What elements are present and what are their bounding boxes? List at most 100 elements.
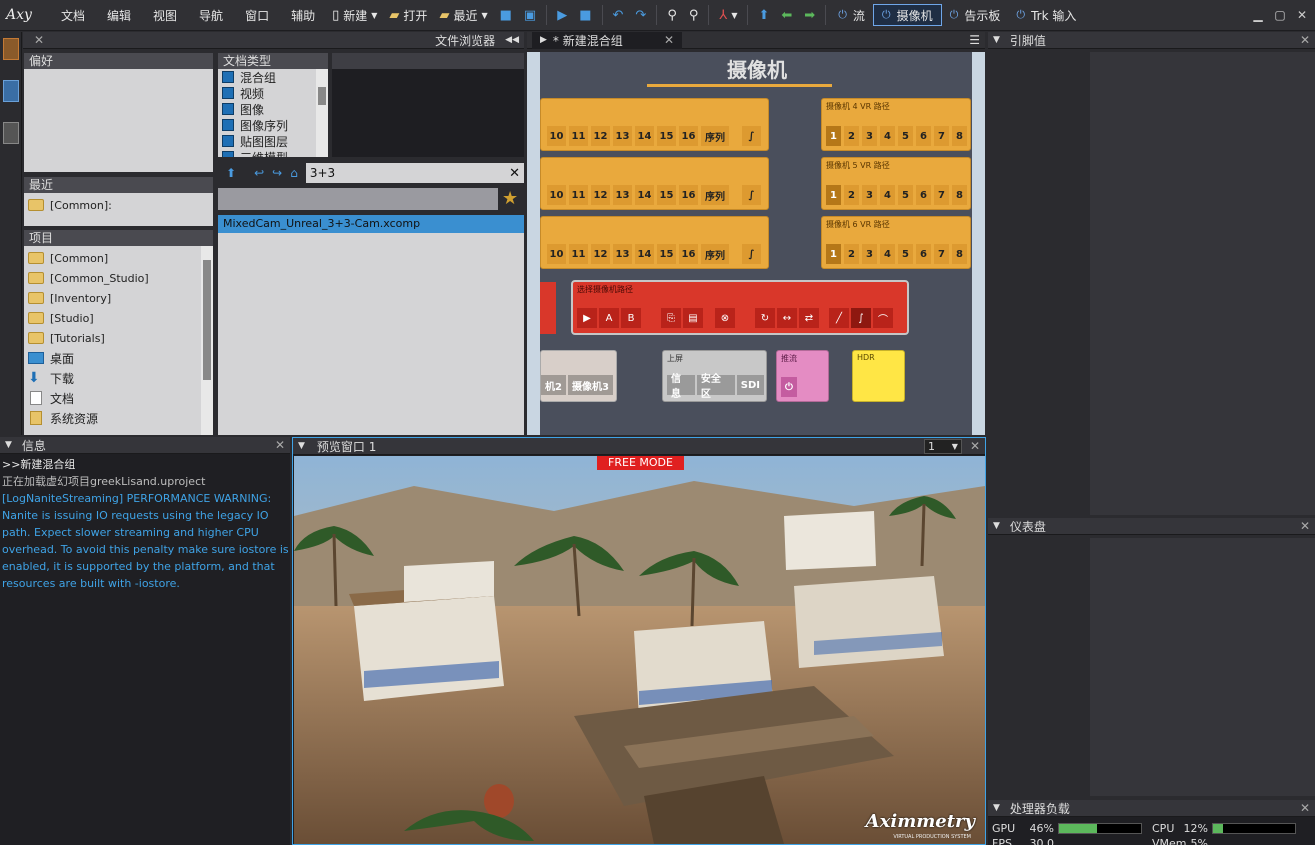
paste-icon[interactable]: ▤: [683, 308, 703, 328]
vr-button[interactable]: 3: [862, 185, 877, 205]
linear-icon[interactable]: ╱: [829, 308, 849, 328]
pin-icon[interactable]: ▼: [993, 35, 1000, 45]
scrollbar[interactable]: [316, 69, 328, 157]
vr-button[interactable]: 7: [934, 244, 949, 264]
vr-button[interactable]: 7: [934, 185, 949, 205]
compound-tab[interactable]: ▶ * 新建混合组 ✕: [532, 31, 682, 49]
close-icon[interactable]: ✕: [1300, 801, 1310, 815]
vr-button[interactable]: 1: [826, 185, 841, 205]
play-button[interactable]: ▶: [551, 3, 573, 27]
close-icon[interactable]: ✕: [34, 33, 44, 47]
vr-button[interactable]: 3: [862, 126, 877, 146]
vr-button[interactable]: 3: [862, 244, 877, 264]
doc-type-item[interactable]: 贴图图层: [218, 133, 328, 149]
sequence-button[interactable]: 序列: [701, 244, 729, 264]
scrollbar[interactable]: [201, 246, 213, 435]
project-item[interactable]: [Common_Studio]: [24, 268, 213, 288]
red-node-stub[interactable]: [540, 282, 556, 334]
home-icon[interactable]: ⌂: [290, 166, 298, 180]
sequence-button[interactable]: 序列: [701, 185, 729, 205]
path-button[interactable]: 12: [591, 126, 610, 146]
vr-button[interactable]: 8: [952, 244, 967, 264]
path-button[interactable]: 15: [657, 244, 676, 264]
recent-button[interactable]: ▰ 最近 ▼: [433, 3, 493, 27]
camera-select-node[interactable]: 机2 摄像机3: [540, 350, 617, 402]
new-button[interactable]: ▯ 新建 ▼: [326, 3, 383, 27]
checkbox-icon[interactable]: [222, 151, 234, 157]
project-item[interactable]: [Studio]: [24, 308, 213, 328]
curve-icon[interactable]: ∫: [742, 126, 761, 146]
play-icon[interactable]: ▶: [540, 35, 547, 45]
path-button[interactable]: 11: [569, 126, 588, 146]
redo-button[interactable]: ↷: [629, 3, 652, 27]
zoom-out-button[interactable]: ⚲: [683, 3, 705, 27]
collapse-icon[interactable]: ◀◀: [505, 35, 519, 45]
forward-icon[interactable]: ↪: [272, 166, 282, 180]
mode-flow[interactable]: ⏻ 流: [830, 4, 873, 26]
mode-billboard[interactable]: ⏻ 告示板: [942, 4, 1009, 26]
close-icon[interactable]: ✕: [664, 33, 674, 47]
close-icon[interactable]: ✕: [1293, 7, 1311, 23]
menu-navigate[interactable]: 导航: [188, 7, 234, 24]
system-item[interactable]: 文档: [24, 388, 213, 408]
close-icon[interactable]: ✕: [1300, 519, 1310, 533]
path-button[interactable]: 14: [635, 185, 654, 205]
doc-type-item[interactable]: 三维模型: [218, 149, 328, 157]
path-button[interactable]: 11: [569, 244, 588, 264]
copy-icon[interactable]: ⎘: [661, 308, 681, 328]
vr-button[interactable]: 8: [952, 126, 967, 146]
vr-button[interactable]: 2: [844, 244, 859, 264]
zoom-in-button[interactable]: ⚲: [661, 3, 683, 27]
modules-icon[interactable]: [3, 80, 19, 102]
recent-item[interactable]: [Common]:: [24, 195, 213, 215]
pin-icon[interactable]: ▼: [993, 803, 1000, 813]
system-item[interactable]: 桌面: [24, 348, 213, 368]
path-button[interactable]: 15: [657, 185, 676, 205]
vr-path-node[interactable]: 摄像机 5 VR 路径 12345678: [821, 157, 971, 210]
menu-view[interactable]: 视图: [142, 7, 188, 24]
camera-button[interactable]: 机2: [541, 375, 566, 395]
save-all-button[interactable]: ▣: [518, 3, 542, 27]
push-stream-node[interactable]: 推流 ⏻: [776, 350, 829, 402]
path-button[interactable]: 14: [635, 126, 654, 146]
menu-document[interactable]: 文档: [50, 7, 96, 24]
path-button[interactable]: 10: [547, 126, 566, 146]
inventory-icon[interactable]: [3, 38, 19, 60]
project-item[interactable]: [Inventory]: [24, 288, 213, 308]
vr-button[interactable]: 4: [880, 185, 895, 205]
cancel-icon[interactable]: ⊗: [715, 308, 735, 328]
doc-type-item[interactable]: 图像: [218, 101, 328, 117]
open-button[interactable]: ▰ 打开: [383, 3, 433, 27]
device-icon[interactable]: [3, 122, 19, 144]
project-item[interactable]: [Tutorials]: [24, 328, 213, 348]
project-item[interactable]: [Common]: [24, 248, 213, 268]
pin-icon[interactable]: ▼: [298, 441, 305, 451]
favorites-list[interactable]: [24, 69, 213, 172]
upper-screen-node[interactable]: 上屏 信息 安全区 SDI: [662, 350, 767, 402]
up-button[interactable]: ⬆: [752, 3, 775, 27]
star-icon[interactable]: ★: [502, 188, 518, 209]
path-button[interactable]: 11: [569, 185, 588, 205]
vr-button[interactable]: 5: [898, 244, 913, 264]
minimize-icon[interactable]: ▁: [1249, 7, 1267, 23]
smooth-icon[interactable]: ⌒: [873, 308, 893, 328]
vr-button[interactable]: 2: [844, 185, 859, 205]
channel-select[interactable]: 1 ▼: [923, 438, 962, 454]
power-icon[interactable]: ⏻: [781, 377, 797, 397]
vr-button[interactable]: 4: [880, 126, 895, 146]
system-item[interactable]: ⬇ 下载: [24, 368, 213, 388]
hdr-node[interactable]: HDR: [852, 350, 905, 402]
path-button[interactable]: 16: [679, 185, 698, 205]
vr-button[interactable]: 1: [826, 244, 841, 264]
vr-button[interactable]: 2: [844, 126, 859, 146]
sdi-button[interactable]: SDI: [736, 375, 764, 395]
vr-button[interactable]: 1: [826, 126, 841, 146]
select-path-node[interactable]: 选择摄像机路径 ▶ A B ⎘ ▤ ⊗ ↻ ↔ ⇄ ╱ ∫ ⌒: [571, 280, 909, 335]
checkbox-icon[interactable]: [222, 87, 234, 99]
path-node[interactable]: 10 11 12 13 14 15 16 序列 ∫: [540, 216, 769, 269]
doc-type-item[interactable]: 图像序列: [218, 117, 328, 133]
checkbox-icon[interactable]: [222, 135, 234, 147]
curve-icon[interactable]: ∫: [742, 185, 761, 205]
menu-icon[interactable]: ☰: [969, 33, 980, 47]
vr-button[interactable]: 6: [916, 185, 931, 205]
